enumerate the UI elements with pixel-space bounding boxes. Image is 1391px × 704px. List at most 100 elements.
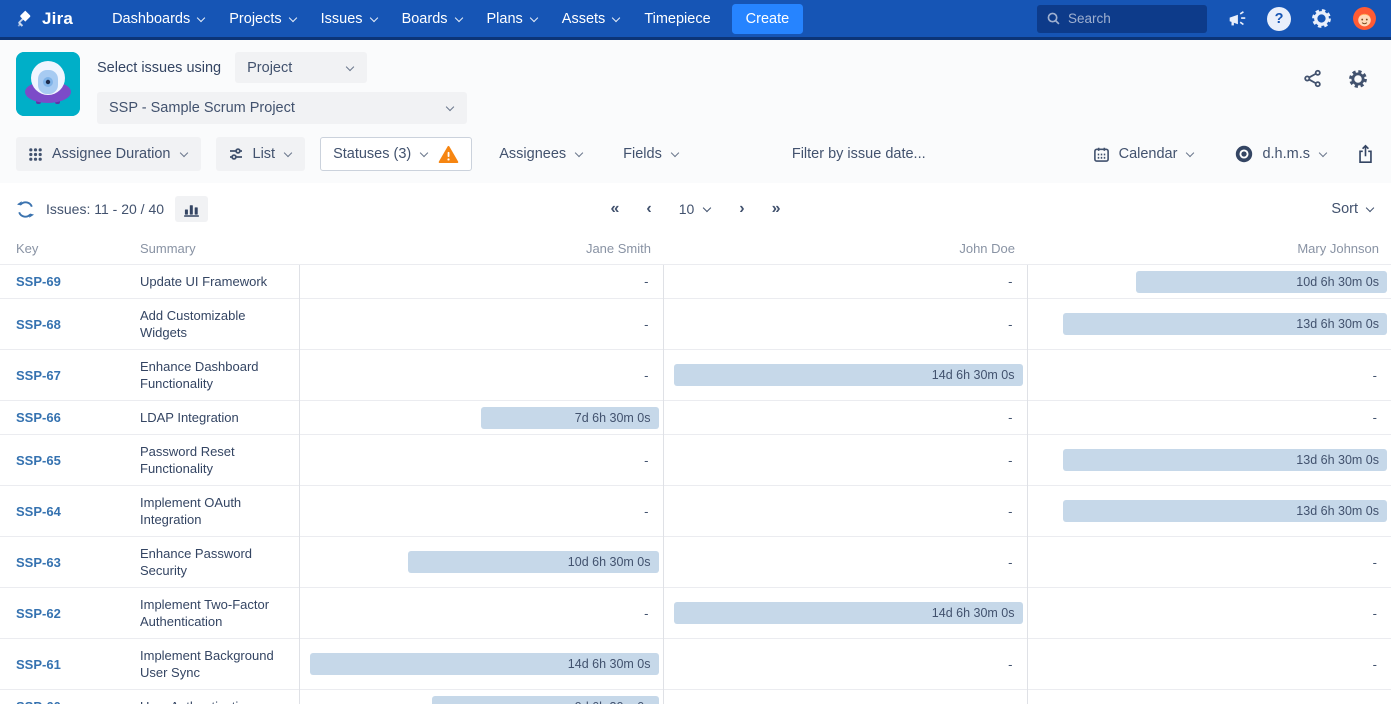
- menu-issues[interactable]: Issues: [312, 5, 387, 33]
- help-button[interactable]: ?: [1267, 7, 1291, 31]
- duration-cell: -: [299, 486, 663, 537]
- statuses-menu[interactable]: Statuses (3): [320, 137, 472, 171]
- duration-cell: -: [663, 299, 1027, 350]
- project-select[interactable]: SSP - Sample Scrum Project: [97, 92, 467, 124]
- sort-menu[interactable]: Sort: [1331, 201, 1375, 217]
- duration-cell: -: [1027, 350, 1391, 401]
- duration-cell: 10d 6h 30m 0s: [299, 537, 663, 588]
- chevron-down-icon: [703, 205, 712, 213]
- chevron-down-icon: [420, 150, 429, 158]
- issue-key-link[interactable]: SSP-68: [16, 317, 61, 332]
- report-type-menu[interactable]: Assignee Duration: [16, 137, 201, 171]
- issue-key-link[interactable]: SSP-65: [16, 453, 61, 468]
- duration-bar: 9d 6h 30m 0s: [432, 696, 658, 704]
- duration-cell: -: [663, 401, 1027, 435]
- column-header-john-doe: John Doe: [663, 235, 1027, 265]
- issue-key-cell: SSP-65: [0, 435, 131, 486]
- bar-chart-icon: [183, 201, 200, 217]
- duration-cell: 13d 6h 30m 0s: [1027, 435, 1391, 486]
- sliders-icon: [228, 146, 244, 162]
- announcements-button[interactable]: [1226, 8, 1248, 30]
- issue-key-link[interactable]: SSP-63: [16, 555, 61, 570]
- page-size-select[interactable]: 10: [679, 201, 713, 217]
- user-avatar[interactable]: [1352, 6, 1377, 31]
- global-search[interactable]: [1037, 5, 1207, 33]
- chevron-down-icon: [1186, 150, 1195, 158]
- megaphone-icon: [1226, 8, 1248, 30]
- menu-boards[interactable]: Boards: [393, 5, 472, 33]
- assignees-menu[interactable]: Assignees: [487, 137, 596, 171]
- issue-key-link[interactable]: SSP-62: [16, 606, 61, 621]
- report-toolbar: Assignee Duration List Statuses (3): [16, 137, 1375, 171]
- issue-date-filter-input[interactable]: [792, 146, 952, 162]
- avatar-icon: [1352, 6, 1377, 31]
- issue-key-link[interactable]: SSP-64: [16, 504, 61, 519]
- question-mark-icon: ?: [1267, 7, 1291, 31]
- next-page-button[interactable]: ›: [739, 201, 744, 217]
- refresh-button[interactable]: [16, 200, 35, 219]
- chevron-down-icon: [446, 104, 455, 112]
- export-button[interactable]: [1356, 144, 1375, 164]
- view-mode-menu[interactable]: List: [216, 137, 306, 171]
- issues-count-label: Issues: 11 - 20 / 40: [46, 201, 164, 217]
- menu-plans[interactable]: Plans: [478, 5, 547, 33]
- time-format-menu[interactable]: d.h.m.s: [1223, 137, 1340, 171]
- issue-key-link[interactable]: SSP-60: [16, 699, 61, 704]
- menu-timepiece[interactable]: Timepiece: [635, 5, 719, 33]
- last-page-button[interactable]: »: [772, 201, 781, 217]
- issue-key-link[interactable]: SSP-66: [16, 410, 61, 425]
- issue-summary: Implement Background User Sync: [131, 639, 299, 690]
- duration-cell: -: [1027, 690, 1391, 704]
- grid-icon: [28, 147, 43, 162]
- duration-cell: -: [663, 435, 1027, 486]
- report-header: Select issues using Project SSP - Sample…: [0, 40, 1391, 183]
- empty-duration: -: [302, 274, 661, 289]
- duration-bar: 14d 6h 30m 0s: [674, 364, 1022, 386]
- report-settings-button[interactable]: [1347, 68, 1369, 90]
- duration-bar: 14d 6h 30m 0s: [674, 602, 1022, 624]
- chart-view-button[interactable]: [175, 196, 208, 222]
- issue-key-cell: SSP-66: [0, 401, 131, 435]
- duration-bar: 13d 6h 30m 0s: [1063, 313, 1387, 335]
- menu-dashboards[interactable]: Dashboards: [103, 5, 214, 33]
- share-button[interactable]: [1302, 68, 1323, 89]
- empty-duration: -: [1030, 410, 1390, 425]
- issue-key-link[interactable]: SSP-69: [16, 274, 61, 289]
- issue-key-link[interactable]: SSP-67: [16, 368, 61, 383]
- first-page-button[interactable]: «: [610, 201, 619, 217]
- menu-projects[interactable]: Projects: [220, 5, 305, 33]
- issue-key-link[interactable]: SSP-61: [16, 657, 61, 672]
- issue-summary: Update UI Framework: [131, 265, 299, 299]
- column-header-jane-smith: Jane Smith: [299, 235, 663, 265]
- prev-page-button[interactable]: ‹: [646, 201, 651, 217]
- create-button[interactable]: Create: [732, 4, 804, 34]
- chevron-down-icon: [530, 15, 538, 23]
- duration-cell: 13d 6h 30m 0s: [1027, 486, 1391, 537]
- duration-cell: 14d 6h 30m 0s: [663, 350, 1027, 401]
- duration-bar: 10d 6h 30m 0s: [1136, 271, 1387, 293]
- duration-cell: -: [299, 299, 663, 350]
- duration-bar: 13d 6h 30m 0s: [1063, 449, 1387, 471]
- chevron-down-icon: [612, 15, 620, 23]
- brand-name: Jira: [42, 9, 73, 29]
- fields-menu[interactable]: Fields: [611, 137, 692, 171]
- column-header-summary: Summary: [131, 235, 299, 265]
- duration-cell: -: [663, 537, 1027, 588]
- duration-bar: 10d 6h 30m 0s: [408, 551, 659, 573]
- calendar-menu[interactable]: Calendar: [1081, 137, 1208, 171]
- empty-duration: -: [302, 606, 661, 621]
- settings-button[interactable]: [1310, 7, 1333, 30]
- search-input[interactable]: [1068, 11, 1198, 26]
- issue-summary: Enhance Dashboard Functionality: [131, 350, 299, 401]
- issue-source-mode-select[interactable]: Project: [235, 52, 367, 83]
- jira-logo[interactable]: Jira: [14, 8, 73, 30]
- menu-assets[interactable]: Assets: [553, 5, 630, 33]
- duration-cell: 14d 6h 30m 0s: [299, 639, 663, 690]
- table-row: SSP-63 Enhance Password Security 10d 6h …: [0, 537, 1391, 588]
- empty-duration: -: [302, 317, 661, 332]
- table-row: SSP-68 Add Customizable Widgets - - 13d …: [0, 299, 1391, 350]
- warning-icon: [438, 145, 459, 164]
- calendar-icon: [1093, 146, 1110, 163]
- chevron-down-icon: [346, 64, 355, 72]
- duration-bar: 14d 6h 30m 0s: [310, 653, 658, 675]
